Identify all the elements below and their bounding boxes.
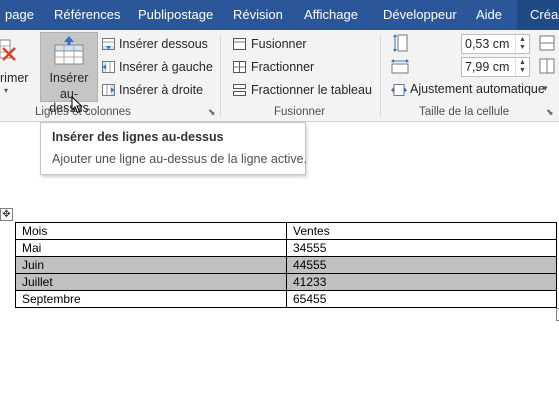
table-row: Septembre 65455 <box>15 290 557 308</box>
insert-left-button[interactable]: Insérer à gauche <box>101 58 213 76</box>
delete-button[interactable]: rimer ▾ <box>0 34 32 100</box>
table-cell[interactable]: Mai <box>15 239 287 257</box>
row-height-field[interactable]: 0,53 cm ▲ ▼ <box>461 34 530 54</box>
word-window: page Références Publipostage Révision Af… <box>0 0 559 402</box>
tab-mailings[interactable]: Publipostage <box>138 0 213 30</box>
column-width-icon <box>391 59 409 74</box>
insert-right-label: Insérer à droite <box>119 83 204 97</box>
insert-left-label: Insérer à gauche <box>119 60 213 74</box>
tab-page-layout[interactable]: page <box>5 0 34 30</box>
autofit-button[interactable]: Ajustement automatique ▾ <box>390 80 555 100</box>
column-width-field[interactable]: 7,99 cm ▲ ▼ <box>461 57 530 77</box>
tab-help[interactable]: Aide <box>476 0 502 30</box>
insert-below-button[interactable]: Insérer dessous <box>101 35 211 53</box>
table-cell[interactable]: 44555 <box>286 256 557 274</box>
tooltip-title: Insérer des lignes au-dessus <box>52 130 224 144</box>
merge-label: Fusionner <box>251 37 307 51</box>
group-label-merge: Fusionner <box>274 106 326 118</box>
table-cell[interactable]: 34555 <box>286 239 557 257</box>
table-cell[interactable]: Juin <box>15 256 287 274</box>
table-header-cell[interactable]: Mois <box>15 222 287 240</box>
tab-references[interactable]: Références <box>54 0 120 30</box>
tab-developer[interactable]: Développeur <box>383 0 457 30</box>
split-table-label: Fractionner le tableau <box>251 83 372 97</box>
row-height-value: 0,53 cm <box>465 37 510 51</box>
column-width-value: 7,99 cm <box>465 60 510 74</box>
tab-review[interactable]: Révision <box>233 0 283 30</box>
insert-row-above-icon <box>54 36 84 65</box>
merge-cells-icon <box>233 38 246 50</box>
split-label: Fractionner <box>251 60 315 74</box>
table-header-cell[interactable]: Ventes <box>286 222 557 240</box>
dialog-launcher-icon[interactable]: ⬊ <box>208 107 216 118</box>
column-width-spinner[interactable]: ▲ ▼ <box>515 58 529 76</box>
spin-down-icon: ▼ <box>519 67 526 74</box>
insert-above-label-line1: Insérer <box>49 71 89 85</box>
table-cell[interactable]: 41233 <box>286 273 557 291</box>
table-cell[interactable]: Juillet <box>15 273 287 291</box>
spin-down-icon: ▼ <box>519 44 526 51</box>
spin-up-icon: ▲ <box>519 59 526 66</box>
insert-above-button[interactable]: Insérer au-dessus <box>40 32 98 115</box>
table-row: Mai 34555 <box>15 239 557 257</box>
group-separator <box>380 35 381 117</box>
distribute-rows-icon[interactable] <box>539 35 555 51</box>
row-height-icon <box>393 34 408 52</box>
insert-column-left-icon <box>102 61 115 73</box>
merge-cells-button[interactable]: Fusionner <box>232 35 332 53</box>
table-cell[interactable]: 65455 <box>286 290 557 308</box>
group-separator <box>220 35 221 117</box>
chevron-down-icon: ▾ <box>543 83 548 93</box>
delete-icon <box>0 39 16 61</box>
table-row: Juin 44555 <box>15 256 557 274</box>
table-move-handle-icon[interactable]: ✥ <box>0 208 13 221</box>
insert-below-label: Insérer dessous <box>119 37 208 51</box>
tab-view[interactable]: Affichage <box>304 0 358 30</box>
tooltip-description: Ajouter une ligne au-dessus de la ligne … <box>52 152 308 166</box>
spin-up-icon: ▲ <box>519 36 526 43</box>
distribute-columns-icon[interactable] <box>539 58 555 74</box>
split-table-icon <box>233 84 246 96</box>
table-header-row: Mois Ventes <box>15 222 557 240</box>
split-cells-button[interactable]: Fractionner <box>232 58 332 76</box>
tab-table-design[interactable]: Créa <box>517 0 559 30</box>
dialog-launcher-icon[interactable]: ⬊ <box>546 107 554 118</box>
insert-row-below-icon <box>102 38 115 50</box>
ribbon-tab-bar: page Références Publipostage Révision Af… <box>0 0 559 30</box>
autofit-label: Ajustement automatique <box>410 82 545 96</box>
table-cell[interactable]: Septembre <box>15 290 287 308</box>
mouse-cursor-icon <box>71 96 83 114</box>
document-table: Mois Ventes Mai 34555 Juin 44555 Juillet… <box>15 222 557 308</box>
split-cells-icon <box>233 61 246 73</box>
group-label-cell-size: Taille de la cellule <box>419 106 510 118</box>
insert-column-right-icon <box>102 84 115 96</box>
delete-label: rimer <box>0 71 29 85</box>
autofit-icon <box>391 84 407 96</box>
row-height-spinner[interactable]: ▲ ▼ <box>515 35 529 53</box>
table-row: Juillet 41233 <box>15 273 557 291</box>
insert-right-button[interactable]: Insérer à droite <box>101 81 211 99</box>
chevron-down-icon: ▾ <box>4 86 9 95</box>
split-table-button[interactable]: Fractionner le tableau <box>232 81 372 99</box>
tooltip: Insérer des lignes au-dessus Ajouter une… <box>40 122 308 175</box>
